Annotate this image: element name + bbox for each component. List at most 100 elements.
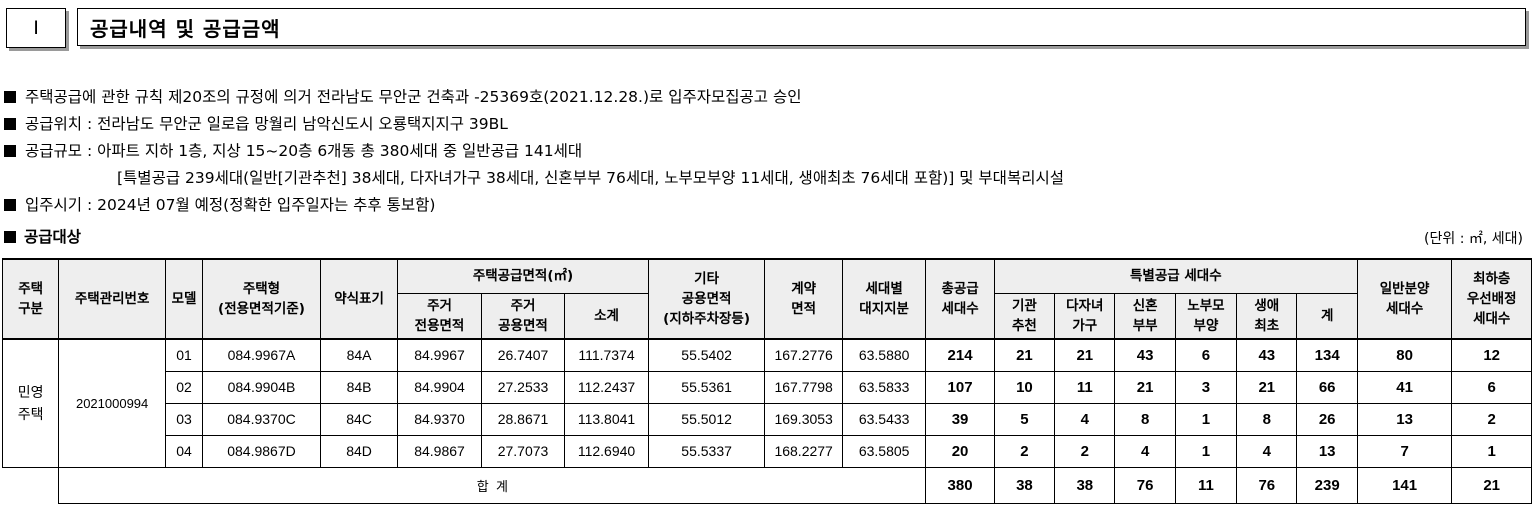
square-bullet-icon	[4, 231, 16, 243]
bullet-move-in: 입주시기 : 2024년 07월 예정(정확한 입주일자는 추후 통보함)	[4, 192, 1064, 219]
header-model: 모델	[164, 258, 204, 340]
header-sp-multichild: 다자녀 가구	[1054, 292, 1116, 340]
general-cell: 80	[1356, 338, 1453, 372]
header-mgmt-number: 주택관리번호	[58, 258, 166, 340]
header-contract-area: 계약 면적	[764, 258, 843, 340]
common-cell: 26.7407	[480, 338, 566, 372]
bullet-scale: 공급규모 : 아파트 지하 1층, 지상 15~20층 6개동 총 380세대 …	[4, 138, 1064, 165]
bullet-scale-continued: [특별공급 239세대(일반[기관추천] 38세대, 다자녀가구 38세대, 신…	[4, 165, 1064, 192]
contract-cell: 168.2277	[764, 434, 843, 468]
subtotal-cell: 112.6940	[564, 434, 649, 468]
common-cell: 27.7073	[480, 434, 566, 468]
sp-sum-cell: 66	[1296, 370, 1358, 404]
model-cell: 01	[164, 338, 204, 372]
short-cell: 84D	[319, 434, 399, 468]
bullet-text: 공급규모 : 아파트 지하 1층, 지상 15~20층 6개동 총 380세대 …	[25, 142, 583, 160]
header-land-share: 세대별 대지지분	[841, 258, 927, 340]
contract-cell: 167.2776	[764, 338, 843, 372]
total-cell: 20	[925, 434, 995, 468]
other-cell: 55.5337	[647, 434, 766, 468]
header-sp-institution: 기관 추천	[993, 292, 1056, 340]
first-cell: 43	[1236, 338, 1298, 372]
header-supply-area: 주택공급면적(㎡)	[397, 258, 649, 294]
sp-sum-cell: 26	[1296, 402, 1358, 436]
table-row: 04 084.9867D 84D 84.9867 27.7073 112.694…	[3, 434, 1532, 468]
lowest-cell: 12	[1451, 338, 1532, 372]
multi-cell: 38	[1054, 466, 1116, 504]
lowest-cell: 2	[1451, 402, 1532, 436]
header-general-supply: 일반분양 세대수	[1356, 258, 1453, 340]
other-cell: 55.5402	[647, 338, 766, 372]
section-number: Ⅰ	[6, 8, 66, 48]
bullet-text: 공급위치 : 전라남도 무안군 일로읍 망월리 남악신도시 오룡택지지구 39B…	[25, 115, 508, 133]
subheading-text: 공급대상	[24, 228, 82, 246]
total-cell: 107	[925, 370, 995, 404]
other-cell: 55.5361	[647, 370, 766, 404]
header-total-supply: 총공급 세대수	[925, 258, 995, 340]
header-residential-exclusive: 주거 전용면적	[397, 292, 482, 340]
header-sp-sum: 계	[1296, 292, 1358, 340]
land-cell: 63.5433	[841, 402, 927, 436]
first-cell: 21	[1236, 370, 1298, 404]
subtotal-cell: 113.8041	[564, 402, 649, 436]
type-cell: 084.9370C	[202, 402, 321, 436]
header-type: 주택형 (전용면적기준)	[202, 258, 321, 340]
lowest-cell: 21	[1451, 466, 1532, 504]
total-blank-cell	[2, 466, 60, 503]
total-row: 합 계 380 38 38 76 11 76 239 141 21	[2, 466, 1532, 504]
common-cell: 27.2533	[480, 370, 566, 404]
model-cell: 03	[164, 402, 204, 436]
sp-sum-cell: 239	[1296, 466, 1358, 504]
type-cell: 084.9904B	[202, 370, 321, 404]
subtotal-cell: 111.7374	[564, 338, 649, 372]
unit-note: (단위 : ㎡, 세대)	[1424, 231, 1523, 247]
header-lowest-floor: 최하층 우선배정 세대수	[1451, 258, 1532, 340]
housing-type-cell: 민영 주택	[1, 338, 60, 468]
subtotal-cell: 112.2437	[564, 370, 649, 404]
contract-cell: 169.3053	[764, 402, 843, 436]
sp-sum-cell: 13	[1296, 434, 1358, 468]
table-row: 민영 주택 2021000994 01 084.9967A 84A 84.996…	[1, 338, 1532, 468]
newly-cell: 76	[1114, 466, 1176, 504]
section-title: 공급내역 및 공급금액	[77, 8, 1526, 46]
lowest-cell: 6	[1451, 370, 1532, 404]
excl-cell: 84.9904	[397, 370, 482, 404]
general-cell: 41	[1356, 370, 1453, 404]
short-cell: 84C	[319, 402, 399, 436]
short-cell: 84A	[319, 338, 399, 372]
supply-table: 주택 구분 주택관리번호 모델 주택형 (전용면적기준) 약식표기 주택공급면적(㎡…	[1, 258, 1532, 504]
bullet-approval: 주택공급에 관한 규칙 제20조의 규정에 의거 전라남도 무안군 건축과 -2…	[4, 84, 1064, 111]
subheading: 공급대상	[4, 225, 81, 247]
header-sp-first: 생애 최초	[1236, 292, 1298, 340]
lowest-cell: 1	[1451, 434, 1532, 468]
multi-cell: 11	[1054, 370, 1116, 404]
bullet-location: 공급위치 : 전라남도 무안군 일로읍 망월리 남악신도시 오룡택지지구 39B…	[4, 111, 1064, 138]
inst-cell: 2	[993, 434, 1056, 468]
excl-cell: 84.9867	[397, 434, 482, 468]
total-cell: 214	[925, 338, 995, 372]
table-row: 03 084.9370C 84C 84.9370 28.8671 113.804…	[3, 402, 1532, 436]
header-sp-newlywed: 신혼 부부	[1114, 292, 1176, 340]
square-bullet-icon	[4, 118, 16, 130]
info-bullets: 주택공급에 관한 규칙 제20조의 규정에 의거 전라남도 무안군 건축과 -2…	[4, 84, 1064, 219]
header-short: 약식표기	[319, 258, 399, 340]
header-housing-type: 주택 구분	[1, 258, 60, 340]
inst-cell: 10	[993, 370, 1056, 404]
total-label: 합 계	[58, 466, 927, 504]
parent-cell: 6	[1174, 338, 1238, 372]
parent-cell: 3	[1174, 370, 1238, 404]
parent-cell: 11	[1174, 466, 1238, 504]
first-cell: 4	[1236, 434, 1298, 468]
bullet-text: [특별공급 239세대(일반[기관추천] 38세대, 다자녀가구 38세대, 신…	[117, 169, 1064, 187]
model-cell: 04	[164, 434, 204, 468]
short-cell: 84B	[319, 370, 399, 404]
section-header: Ⅰ 공급내역 및 공급금액	[6, 8, 1530, 52]
general-cell: 13	[1356, 402, 1453, 436]
square-bullet-icon	[4, 145, 16, 157]
total-cell: 380	[925, 466, 995, 504]
inst-cell: 21	[993, 338, 1056, 372]
general-cell: 7	[1356, 434, 1453, 468]
first-cell: 76	[1236, 466, 1298, 504]
excl-cell: 84.9967	[397, 338, 482, 372]
sp-sum-cell: 134	[1296, 338, 1358, 372]
